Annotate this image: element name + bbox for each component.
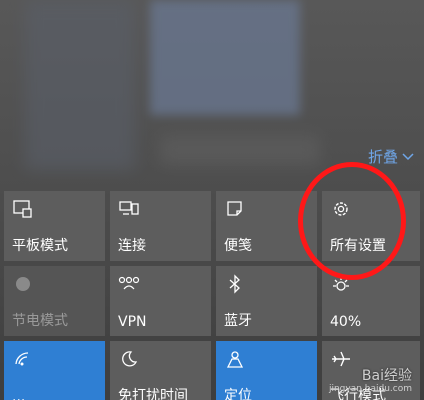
- tile-label: 平板模式: [12, 238, 68, 254]
- tile-label: 40%: [330, 314, 362, 330]
- action-center-panel: 折叠 平板模式 连接 便笺 所有设置 节电模式 VPN 蓝牙 40% ... 免…: [0, 0, 424, 400]
- tile-location[interactable]: 定位: [216, 341, 317, 400]
- airplane-icon: [330, 349, 352, 369]
- battery-saver-icon: [12, 274, 34, 294]
- collapse-button[interactable]: 折叠: [368, 146, 414, 167]
- moon-icon: [118, 349, 140, 369]
- tile-label: 蓝牙: [224, 313, 252, 329]
- tile-quiet-hours[interactable]: 免打扰时间: [110, 341, 211, 400]
- tablet-mode-icon: [12, 199, 34, 219]
- tile-label: 免打扰时间: [118, 388, 188, 400]
- background-blur: [150, 0, 300, 115]
- tile-label: 所有设置: [330, 238, 386, 254]
- background-blur: [160, 135, 320, 165]
- gear-icon: [330, 199, 352, 219]
- wifi-icon: [12, 349, 34, 369]
- watermark-url: jingyan.baidu.com: [328, 384, 412, 394]
- tile-wifi[interactable]: ...: [4, 341, 105, 400]
- tile-label: VPN: [118, 314, 147, 330]
- tile-label: 节电模式: [12, 313, 68, 329]
- tile-all-settings[interactable]: 所有设置: [322, 191, 420, 261]
- tile-bluetooth[interactable]: 蓝牙: [216, 266, 317, 336]
- tile-battery-saver[interactable]: 节电模式: [4, 266, 105, 336]
- tile-label: 定位: [224, 388, 252, 400]
- bluetooth-icon: [224, 274, 246, 294]
- tile-label: 连接: [118, 238, 146, 254]
- collapse-label: 折叠: [367, 148, 398, 166]
- connect-icon: [118, 199, 140, 219]
- chevron-down-icon: [402, 152, 414, 160]
- note-icon: [224, 199, 246, 219]
- vpn-icon: [118, 274, 140, 294]
- tile-label: 便笺: [224, 238, 252, 254]
- tile-note[interactable]: 便笺: [216, 191, 317, 261]
- tile-brightness[interactable]: 40%: [322, 266, 420, 336]
- background-blur: [25, 0, 135, 170]
- watermark-logo: Bai经验: [361, 368, 412, 384]
- tile-label: ...: [12, 389, 26, 400]
- tile-tablet-mode[interactable]: 平板模式: [4, 191, 105, 261]
- brightness-icon: [330, 274, 352, 294]
- tile-vpn[interactable]: VPN: [110, 266, 211, 336]
- tile-connect[interactable]: 连接: [110, 191, 211, 261]
- location-icon: [224, 349, 246, 369]
